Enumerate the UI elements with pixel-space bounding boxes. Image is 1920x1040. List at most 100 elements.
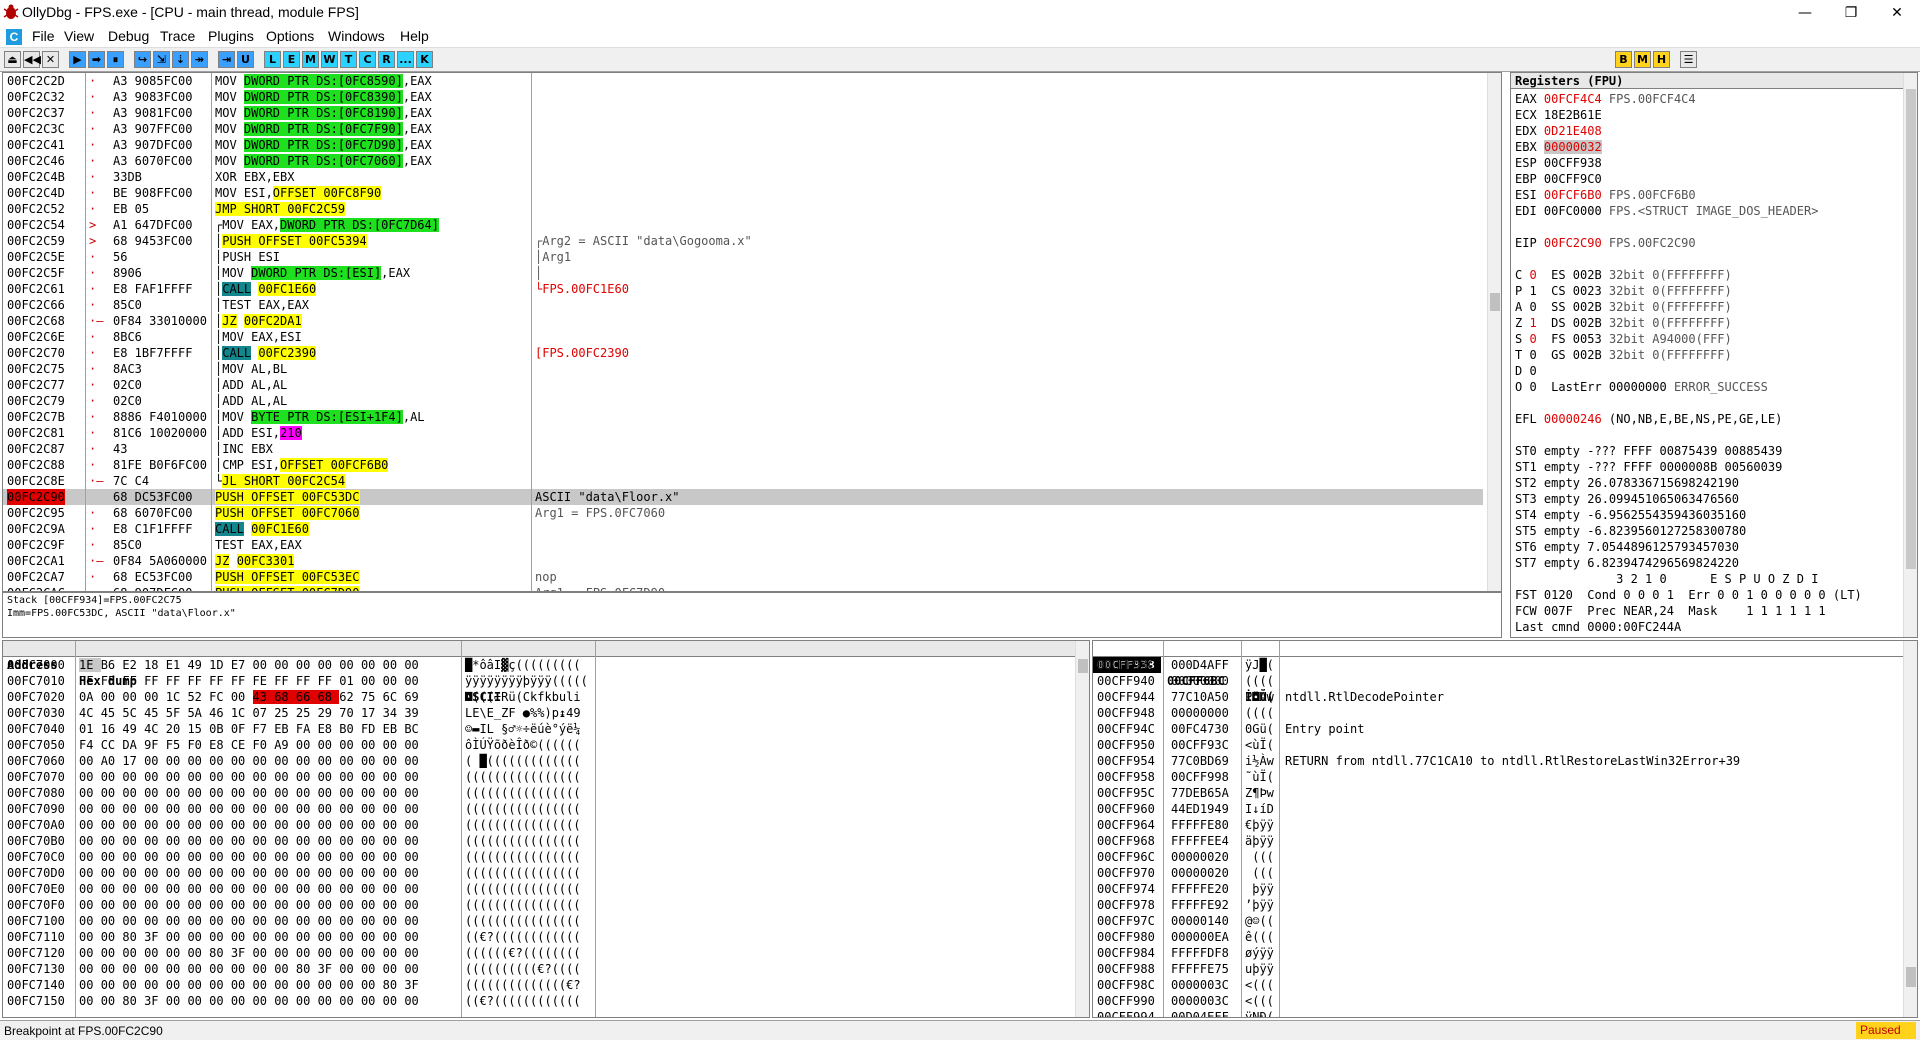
dump-byte[interactable]: 00 (296, 882, 318, 896)
disasm-row[interactable]: 00FC2C95 · 68 6070FC00 PUSH OFFSET 00FC7060… (3, 505, 1483, 521)
stack-row[interactable]: 00CFF954 77C0BD69 i½Àw RETURN from ntdll.77… (1093, 753, 1893, 769)
dump-byte[interactable]: 00 (361, 898, 383, 912)
stack-row[interactable]: 00CFF968 FFFFFEE4 äþÿÿ (1093, 833, 1893, 849)
dump-byte[interactable]: 3F (318, 962, 340, 976)
dump-byte[interactable]: 00 (166, 978, 188, 992)
dump-byte[interactable]: F4 (79, 738, 101, 752)
stack-row[interactable]: 00CFF97C 00000140 @☺(( (1093, 913, 1893, 929)
dump-byte[interactable]: 00 (318, 930, 340, 944)
dump-byte[interactable]: 00 (79, 818, 101, 832)
dump-byte[interactable]: E8 (209, 738, 231, 752)
dump-byte[interactable]: 00 (79, 786, 101, 800)
dump-byte[interactable]: 00 (101, 914, 123, 928)
dump-row[interactable]: 00FC70E0 00 00 00 00 00 00 00 00 00 00 00… (3, 881, 1063, 897)
dump-byte[interactable]: 00 (231, 850, 253, 864)
dump-byte[interactable]: 00 (404, 882, 418, 896)
dump-byte[interactable]: 66 (295, 690, 318, 704)
register-line[interactable]: ST3 empty 26.099451065063476560 (1515, 491, 1739, 507)
dump-byte[interactable]: 00 (404, 994, 418, 1008)
toolbar-button-9[interactable]: ↠ (191, 51, 208, 68)
dump-byte[interactable]: 00 (253, 754, 275, 768)
stack-row[interactable]: 00CFF96C 00000020 ((( (1093, 849, 1893, 865)
disasm-row[interactable]: 00FC2C46 · A3 6070FC00 MOV DWORD PTR DS:[0F… (3, 153, 1483, 169)
dump-byte[interactable]: 00 (79, 994, 101, 1008)
dump-byte[interactable]: FC (209, 690, 231, 704)
stack-row[interactable]: 00CFF984 FFFFFDF8 øýÿÿ (1093, 945, 1893, 961)
dump-byte[interactable]: EB (383, 722, 405, 736)
register-line[interactable]: EBX 00000032 (1515, 139, 1602, 155)
dump-byte[interactable]: 00 (274, 834, 296, 848)
dump-byte[interactable]: 00 (79, 978, 101, 992)
dump-byte[interactable]: 00 (274, 786, 296, 800)
dump-byte[interactable]: 00 (101, 898, 123, 912)
dump-byte[interactable]: 00 (209, 994, 231, 1008)
dump-byte[interactable]: 00 (404, 738, 418, 752)
dump-byte[interactable]: 00 (144, 786, 166, 800)
dump-byte[interactable]: F0 (253, 738, 275, 752)
dump-byte[interactable]: 00 (166, 930, 188, 944)
minimize-icon[interactable]: — (1782, 0, 1828, 26)
dump-byte[interactable]: 29 (318, 706, 340, 720)
dump-byte[interactable]: 00 (101, 962, 123, 976)
dump-byte[interactable]: 00 (339, 994, 361, 1008)
dump-byte[interactable]: 00 (339, 770, 361, 784)
dump-byte[interactable]: 00 (296, 850, 318, 864)
dump-byte[interactable]: 00 (383, 962, 405, 976)
dump-byte[interactable]: 00 (253, 946, 275, 960)
dump-byte[interactable]: 15 (187, 722, 209, 736)
toolbar-button-1[interactable]: ◀◀ (23, 51, 41, 68)
dump-byte[interactable]: 00 (383, 818, 405, 832)
dump-byte[interactable]: 00 (122, 962, 144, 976)
dump-byte[interactable]: 00 (274, 754, 296, 768)
dump-byte[interactable]: 00 (231, 994, 253, 1008)
dump-byte[interactable]: FF (122, 674, 144, 688)
dump-byte[interactable]: 52 (187, 690, 209, 704)
registers-pane[interactable]: Registers (FPU) EAX 00FCF4C4 FPS.00FCF4C… (1510, 72, 1918, 638)
dump-byte[interactable]: 00 (122, 882, 144, 896)
dump-pane[interactable]: Address Hex dump ASCII 00FC7000 1E B6 E2 … (2, 640, 1090, 1018)
dump-byte[interactable]: 00 (361, 962, 383, 976)
dump-byte[interactable]: 00 (383, 786, 405, 800)
disasm-row[interactable]: 00FC2C41 · A3 907DFC00 MOV DWORD PTR DS:[0F… (3, 137, 1483, 153)
dump-byte[interactable]: FF (79, 674, 101, 688)
dump-byte[interactable]: 49 (187, 658, 209, 672)
dump-byte[interactable]: 00 (404, 674, 418, 688)
dump-byte[interactable]: 00 (361, 658, 383, 672)
dump-byte[interactable]: EB (274, 722, 296, 736)
register-line[interactable]: ST7 empty 6.8239474296569824220 (1515, 555, 1739, 571)
dump-byte[interactable]: 00 (404, 866, 418, 880)
dump-byte[interactable]: 00 (361, 802, 383, 816)
disasm-row[interactable]: 00FC2C68 ·– 0F84 33010000 │JZ 00FC2DA1 (3, 313, 1483, 329)
dump-byte[interactable]: 00 (144, 946, 166, 960)
dump-byte[interactable]: 00 (361, 994, 383, 1008)
dump-byte[interactable]: F0 (187, 738, 209, 752)
toolbar-button-0[interactable]: ⏏ (4, 51, 21, 68)
toolbar-button-8[interactable]: ⇣ (172, 51, 189, 68)
dump-byte[interactable]: A0 (101, 754, 123, 768)
dump-byte[interactable]: 45 (144, 706, 166, 720)
stack-row[interactable]: 00CFF974 FFFFFE20 þÿÿ (1093, 881, 1893, 897)
dump-row[interactable]: 00FC7010 FF FF FF FF FF FF FF FF FE FF FF… (3, 673, 1063, 689)
menu-debug[interactable]: Debug (108, 28, 149, 44)
disasm-row[interactable]: 00FC2CA1 ·– 0F84 5A060000 JZ 00FC3301 (3, 553, 1483, 569)
dump-row[interactable]: 00FC7030 4C 45 5C 45 5F 5A 46 1C 07 25 25… (3, 705, 1063, 721)
disasm-row[interactable]: 00FC2C9F · 85C0 TEST EAX,EAX (3, 537, 1483, 553)
dump-row[interactable]: 00FC7000 1E B6 E2 18 E1 49 1D E7 00 00 00… (3, 657, 1063, 673)
disasm-row[interactable]: 00FC2C54 > A1 647DFC00 ┌MOV EAX,DWORD PTR D… (3, 217, 1483, 233)
stack-row[interactable]: 00CFF988 FFFFFE75 uþÿÿ (1093, 961, 1893, 977)
dump-byte[interactable]: 01 (79, 722, 101, 736)
dump-byte[interactable]: 00 (274, 898, 296, 912)
dump-byte[interactable]: 00 (404, 962, 418, 976)
dump-byte[interactable]: 00 (296, 994, 318, 1008)
dump-byte[interactable]: 00 (79, 754, 101, 768)
dump-byte[interactable]: 00 (361, 850, 383, 864)
close-icon[interactable]: ✕ (1874, 0, 1920, 26)
maximize-icon[interactable]: ❐ (1828, 0, 1874, 26)
dump-byte[interactable]: 00 (209, 834, 231, 848)
dump-byte[interactable]: 00 (101, 770, 123, 784)
dump-byte[interactable]: 00 (404, 850, 418, 864)
stack-row[interactable]: 00CFF950 00CFF93C <ùÏ( (1093, 737, 1893, 753)
dump-byte[interactable]: 00 (253, 658, 275, 672)
menu-trace[interactable]: Trace (160, 28, 195, 44)
dump-byte[interactable]: 00 (361, 738, 383, 752)
